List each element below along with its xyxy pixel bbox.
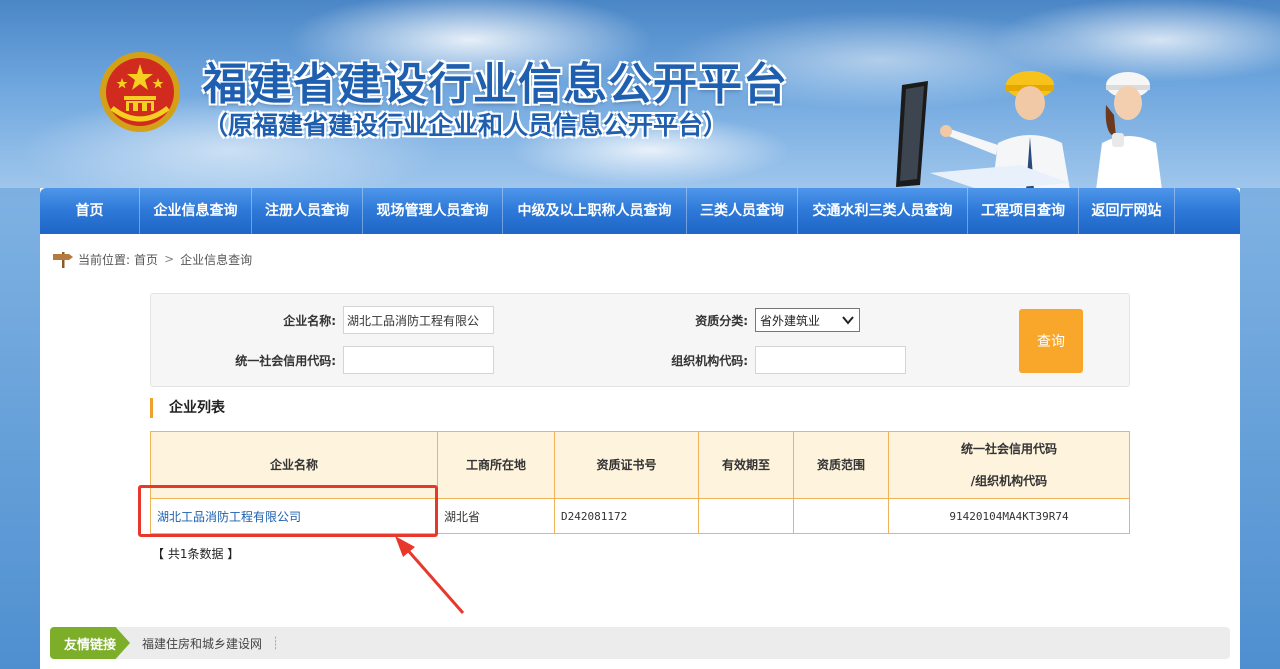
org-code-label: 组织机构代码: (671, 354, 748, 368)
nav-item-transport-water[interactable]: 交通水利三类人员查询 (798, 188, 968, 234)
header-credit-code-line1: 统一社会信用代码 (960, 442, 1057, 456)
site-header: 福建省建设行业信息公开平台 （原福建省建设行业企业和人员信息公开平台） (0, 0, 1280, 188)
credit-code-input[interactable] (343, 346, 494, 374)
breadcrumb-current: 企业信息查询 (180, 252, 253, 267)
annotation-arrow-icon (395, 536, 465, 614)
nav-item-company-query[interactable]: 企业信息查询 (140, 188, 252, 234)
breadcrumb-prefix: 当前位置: (78, 252, 131, 267)
company-list-title: 企业列表 (150, 398, 225, 418)
nav-item-senior-titles[interactable]: 中级及以上职称人员查询 (503, 188, 687, 234)
cell-valid-until (698, 498, 794, 534)
org-code-input[interactable] (755, 346, 906, 374)
nav-item-back-to-dept[interactable]: 返回厅网站 (1079, 188, 1175, 234)
nav-item-home[interactable]: 首页 (40, 188, 140, 234)
site-title: 福建省建设行业信息公开平台 (203, 59, 788, 110)
query-button[interactable]: 查询 (1019, 309, 1083, 373)
friendly-links-label: 友情链接 (50, 627, 130, 659)
signpost-icon (53, 252, 73, 268)
header-credit-code-line2: /组织机构代码 (970, 474, 1048, 488)
site-subtitle: （原福建省建设行业企业和人员信息公开平台） (203, 111, 729, 140)
links-divider: ┊ (272, 636, 280, 650)
nav-item-site-management[interactable]: 现场管理人员查询 (363, 188, 503, 234)
workers-illustration-icon (896, 71, 1162, 188)
header-scope: 资质范围 (793, 431, 889, 499)
record-count: 【 共1条数据 】 (152, 547, 240, 561)
header-valid-until: 有效期至 (698, 431, 794, 499)
header-location: 工商所在地 (437, 431, 555, 499)
cell-location: 湖北省 (437, 498, 555, 534)
breadcrumb: 当前位置: 首页 > 企业信息查询 (52, 250, 252, 268)
nav-item-projects[interactable]: 工程项目查询 (968, 188, 1079, 234)
nav-item-registered-staff[interactable]: 注册人员查询 (252, 188, 363, 234)
national-emblem-icon (100, 52, 180, 132)
chevron-down-icon (842, 316, 854, 325)
company-name-label: 企业名称: (283, 314, 336, 328)
breadcrumb-separator: > (164, 252, 175, 266)
breadcrumb-home-link[interactable]: 首页 (134, 251, 158, 268)
cell-credit-code: 91420104MA4KT39R74 (888, 498, 1130, 534)
header-cert-no: 资质证书号 (554, 431, 699, 499)
qualification-select[interactable]: 省外建筑业 (755, 308, 860, 332)
cell-scope (793, 498, 889, 534)
search-panel: 企业名称: 资质分类: 省外建筑业 统一社会信用代码: 组织机构代码: 查询 (150, 293, 1130, 387)
credit-code-label: 统一社会信用代码: (235, 354, 336, 368)
header-credit-code: 统一社会信用代码 /组织机构代码 (888, 431, 1130, 499)
qualification-label: 资质分类: (695, 314, 748, 328)
company-name-input[interactable] (343, 306, 494, 334)
friendly-links-bar: 友情链接 福建住房和城乡建设网 ┊ (50, 627, 1230, 659)
main-nav: 首页 企业信息查询 注册人员查询 现场管理人员查询 中级及以上职称人员查询 三类… (40, 188, 1240, 234)
qualification-selected-value: 省外建筑业 (760, 313, 821, 328)
cell-cert-no: D242081172 (554, 498, 699, 534)
nav-item-three-categories[interactable]: 三类人员查询 (687, 188, 798, 234)
link-fujian-housing[interactable]: 福建住房和城乡建设网 (142, 635, 262, 652)
annotation-highlight-box (138, 485, 438, 537)
main-container: 首页 企业信息查询 注册人员查询 现场管理人员查询 中级及以上职称人员查询 三类… (40, 188, 1240, 669)
